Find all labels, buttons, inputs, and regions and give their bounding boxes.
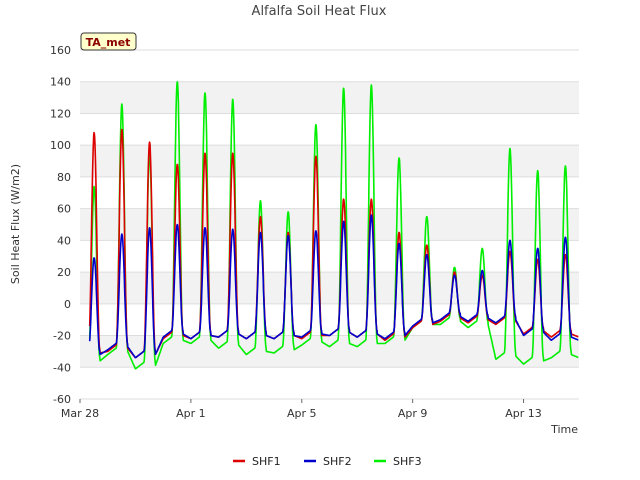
grid-band	[80, 81, 579, 114]
legend-label-shf2: SHF2	[323, 455, 352, 468]
x-tick-label: Apr 13	[505, 407, 542, 420]
x-tick-label: Apr 5	[287, 407, 317, 420]
y-tick-label: 100	[50, 139, 71, 152]
x-tick-label: Apr 1	[176, 407, 206, 420]
soil-heat-flux-chart: Alfalfa Soil Heat Flux -60 -40 -20 0 20 40 60 8…	[9, 4, 579, 468]
y-tick-label: 120	[50, 107, 71, 120]
legend-label-shf1: SHF1	[252, 455, 281, 468]
grid-band	[80, 272, 579, 304]
y-tick-label: 80	[57, 171, 71, 184]
grid-band	[80, 208, 579, 241]
y-tick-label: 160	[50, 44, 71, 57]
y-axis-ticks: -60 -40 -20 0 20 40 60 80 100 120 140 160	[50, 44, 71, 406]
x-tick-label: Apr 9	[398, 407, 428, 420]
y-tick-label: -20	[53, 330, 71, 343]
x-axis-ticks: Mar 28 Apr 1 Apr 5 Apr 9 Apr 13	[61, 399, 542, 420]
y-tick-label: 60	[57, 203, 71, 216]
x-tick-label: Mar 28	[61, 407, 99, 420]
x-axis-title: Time	[550, 423, 578, 436]
legend-label-shf3: SHF3	[393, 455, 422, 468]
y-tick-label: -60	[53, 393, 71, 406]
y-tick-label: 40	[57, 234, 71, 247]
ta-met-label: TA_met	[86, 36, 131, 49]
y-axis-title: Soil Heat Flux (W/m2)	[9, 164, 22, 284]
chart-title: Alfalfa Soil Heat Flux	[252, 4, 387, 19]
grid-band	[80, 145, 579, 177]
legend: SHF1 SHF2 SHF3	[233, 455, 422, 468]
y-tick-label: 140	[50, 76, 71, 89]
ta-met-badge: TA_met	[80, 32, 137, 51]
y-tick-label: -40	[53, 361, 71, 374]
y-tick-label: 0	[64, 298, 71, 311]
y-tick-label: 20	[57, 266, 71, 279]
